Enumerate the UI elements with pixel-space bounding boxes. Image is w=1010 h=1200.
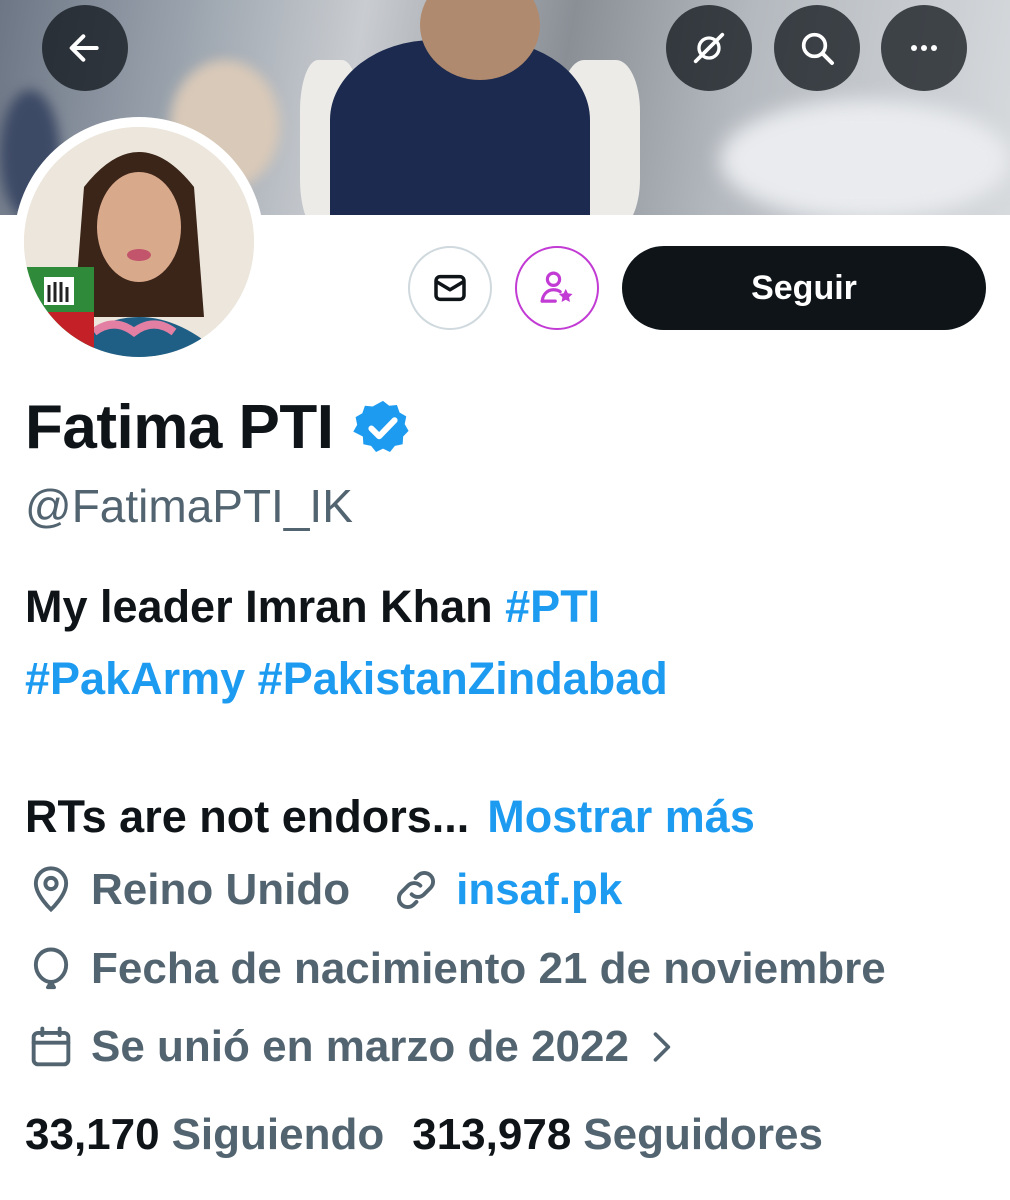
profile-avatar[interactable] <box>14 117 264 367</box>
search-button[interactable] <box>774 5 860 91</box>
profile-bio-continued: RTs are not endors... Mostrar más <box>25 784 755 850</box>
followers-stat[interactable]: 313,978 Seguidores <box>412 1110 823 1160</box>
profile-location-row: Reino Unido insaf.pk <box>25 864 622 916</box>
following-count: 33,170 <box>25 1110 160 1159</box>
follow-stats: 33,170 Siguiendo 313,978 Seguidores <box>25 1110 851 1160</box>
profile-name: Fatima PTI <box>25 393 334 462</box>
arrow-left-icon <box>69 34 99 62</box>
profile-birthday-row: Fecha de nacimiento 21 de noviembre <box>25 943 886 995</box>
profile-joined-row[interactable]: Se unió en marzo de 2022 <box>25 1021 683 1073</box>
more-button[interactable] <box>881 5 967 91</box>
profile-bio: My leader Imran Khan #PTI #PakArmy #Paki… <box>25 571 995 715</box>
mail-icon <box>434 274 466 302</box>
hashtag-link[interactable]: #PakistanZindabad <box>258 653 668 704</box>
profile-location: Reino Unido <box>91 865 351 914</box>
profile-handle: @FatimaPTI_IK <box>25 480 353 532</box>
profile-name-row: Fatima PTI <box>25 390 414 466</box>
message-button[interactable] <box>408 246 492 330</box>
search-icon <box>801 32 834 65</box>
following-label: Siguiendo <box>171 1110 385 1159</box>
verified-badge-icon[interactable] <box>352 397 414 459</box>
profile-website-link[interactable]: insaf.pk <box>456 865 622 915</box>
profile-birthday: Fecha de nacimiento 21 de noviembre <box>91 944 886 993</box>
hashtag-link[interactable]: #PakArmy <box>25 653 245 704</box>
balloon-icon <box>33 947 69 990</box>
banner-photo-shape <box>720 100 1010 215</box>
calendar-icon <box>31 1026 71 1067</box>
profile-joined-date: Se unió en marzo de 2022 <box>91 1022 629 1071</box>
following-stat[interactable]: 33,170 Siguiendo <box>25 1110 384 1160</box>
chevron-right-icon <box>653 1032 671 1062</box>
grok-button[interactable] <box>666 5 752 91</box>
show-more-link[interactable]: Mostrar más <box>487 791 755 842</box>
subscribe-button[interactable] <box>515 246 599 330</box>
avatar-photo <box>24 127 254 357</box>
grok-icon <box>693 32 725 64</box>
location-pin-icon <box>33 866 69 913</box>
back-button[interactable] <box>42 5 128 91</box>
bio-text: My leader Imran Khan <box>25 581 506 632</box>
bio-truncated-text: RTs are not endors... <box>25 791 470 842</box>
followers-label: Seguidores <box>583 1110 823 1159</box>
more-horizontal-icon <box>911 45 937 51</box>
hashtag-link[interactable]: #PTI <box>505 581 600 632</box>
follow-button[interactable]: Seguir <box>622 246 986 330</box>
followers-count: 313,978 <box>412 1110 572 1159</box>
link-icon <box>397 870 436 910</box>
user-star-icon <box>540 271 573 303</box>
